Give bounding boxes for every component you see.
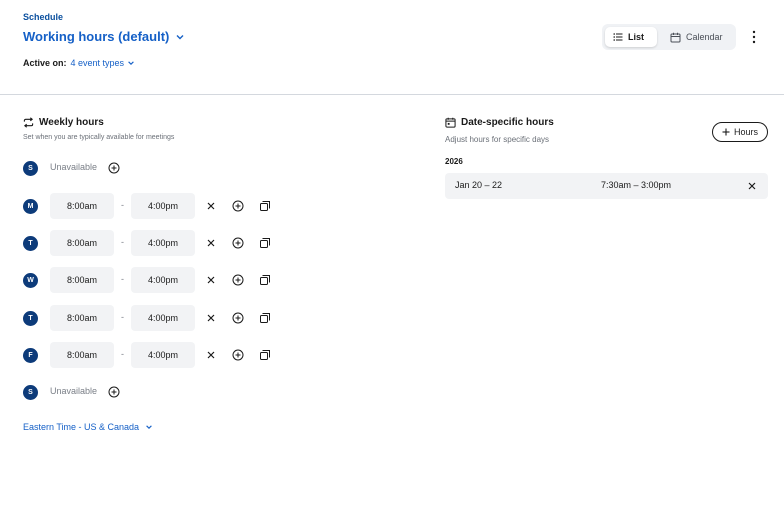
day-row-monday: M 8:00am - 4:00pm <box>23 193 283 219</box>
date-override-row[interactable]: Jan 20 – 22 7:30am – 3:00pm <box>445 173 768 199</box>
calendar-clock-icon <box>445 117 456 128</box>
day-badge: S <box>23 385 38 400</box>
override-dates: Jan 20 – 22 <box>455 180 503 190</box>
time-separator: - <box>121 274 124 284</box>
end-time-input[interactable]: 4:00pm <box>131 267 195 293</box>
day-badge: W <box>23 273 38 288</box>
active-on-row: Active on: 4 event types <box>23 58 135 68</box>
weekly-hours-title: Weekly hours <box>39 117 104 128</box>
event-types-link: 4 event types <box>70 58 125 68</box>
unavailable-label: Unavailable <box>50 162 98 172</box>
page-title: Working hours (default) <box>23 29 170 44</box>
close-icon[interactable] <box>205 200 217 212</box>
add-circle-icon[interactable] <box>232 237 244 249</box>
start-time-input[interactable]: 8:00am <box>50 267 114 293</box>
timezone-label: Eastern Time - US & Canada <box>23 422 140 432</box>
weekly-hours-subtitle: Set when you are typically available for… <box>23 134 175 141</box>
add-circle-icon[interactable] <box>232 349 244 361</box>
date-specific-heading: Date-specific hours <box>445 117 554 128</box>
chevron-down-icon <box>176 34 184 39</box>
day-row-sunday: S Unavailable <box>23 155 283 181</box>
day-badge: F <box>23 348 38 363</box>
date-specific-title: Date-specific hours <box>461 117 554 128</box>
add-circle-icon[interactable] <box>232 274 244 286</box>
header-divider <box>0 94 784 95</box>
copy-icon[interactable] <box>259 312 271 324</box>
copy-icon[interactable] <box>259 349 271 361</box>
start-time-input[interactable]: 8:00am <box>50 305 114 331</box>
add-circle-icon[interactable] <box>108 162 120 174</box>
calendar-icon <box>670 32 681 42</box>
calendar-view-button[interactable]: Calendar <box>662 27 734 47</box>
repeat-icon <box>23 117 34 128</box>
end-time-input[interactable]: 4:00pm <box>131 193 195 219</box>
start-time-input[interactable]: 8:00am <box>50 230 114 256</box>
list-view-label: List <box>628 32 645 42</box>
day-badge: S <box>23 161 38 176</box>
active-on-label: Active on: <box>23 58 67 68</box>
weekly-hours-heading: Weekly hours <box>23 117 104 128</box>
day-row-tuesday: T 8:00am - 4:00pm <box>23 230 283 256</box>
timezone-selector[interactable]: Eastern Time - US & Canada <box>23 422 153 432</box>
override-year: 2026 <box>445 157 463 166</box>
copy-icon[interactable] <box>259 237 271 249</box>
add-circle-icon[interactable] <box>232 312 244 324</box>
breadcrumb: Schedule <box>23 12 64 22</box>
view-toggle: List Calendar <box>602 24 736 50</box>
day-badge: T <box>23 236 38 251</box>
copy-icon[interactable] <box>259 274 271 286</box>
end-time-input[interactable]: 4:00pm <box>131 305 195 331</box>
start-time-input[interactable]: 8:00am <box>50 342 114 368</box>
list-icon <box>613 33 623 41</box>
day-row-friday: F 8:00am - 4:00pm <box>23 342 283 368</box>
calendar-view-label: Calendar <box>686 32 723 42</box>
chevron-down-icon <box>128 61 134 65</box>
close-icon[interactable] <box>746 180 758 192</box>
list-view-button[interactable]: List <box>605 27 657 47</box>
day-row-wednesday: W 8:00am - 4:00pm <box>23 267 283 293</box>
time-separator: - <box>121 312 124 322</box>
unavailable-label: Unavailable <box>50 386 98 396</box>
add-circle-icon[interactable] <box>108 386 120 398</box>
event-types-dropdown[interactable]: 4 event types <box>71 58 136 68</box>
date-specific-subtitle: Adjust hours for specific days <box>445 135 550 144</box>
more-options-icon[interactable] <box>748 29 760 45</box>
add-hours-label: Hours <box>733 127 758 137</box>
plus-icon <box>722 128 730 136</box>
day-badge: T <box>23 311 38 326</box>
copy-icon[interactable] <box>259 200 271 212</box>
close-icon[interactable] <box>205 274 217 286</box>
end-time-input[interactable]: 4:00pm <box>131 342 195 368</box>
close-icon[interactable] <box>205 349 217 361</box>
add-circle-icon[interactable] <box>232 200 244 212</box>
override-hours: 7:30am – 3:00pm <box>601 180 672 190</box>
add-hours-button[interactable]: Hours <box>712 122 768 142</box>
chevron-down-icon <box>146 425 152 429</box>
day-row-saturday: S Unavailable <box>23 379 283 405</box>
start-time-input[interactable]: 8:00am <box>50 193 114 219</box>
day-row-thursday: T 8:00am - 4:00pm <box>23 305 283 331</box>
time-separator: - <box>121 349 124 359</box>
close-icon[interactable] <box>205 312 217 324</box>
day-badge: M <box>23 199 38 214</box>
close-icon[interactable] <box>205 237 217 249</box>
end-time-input[interactable]: 4:00pm <box>131 230 195 256</box>
time-separator: - <box>121 237 124 247</box>
time-separator: - <box>121 200 124 210</box>
schedule-selector[interactable]: Working hours (default) <box>23 29 185 44</box>
